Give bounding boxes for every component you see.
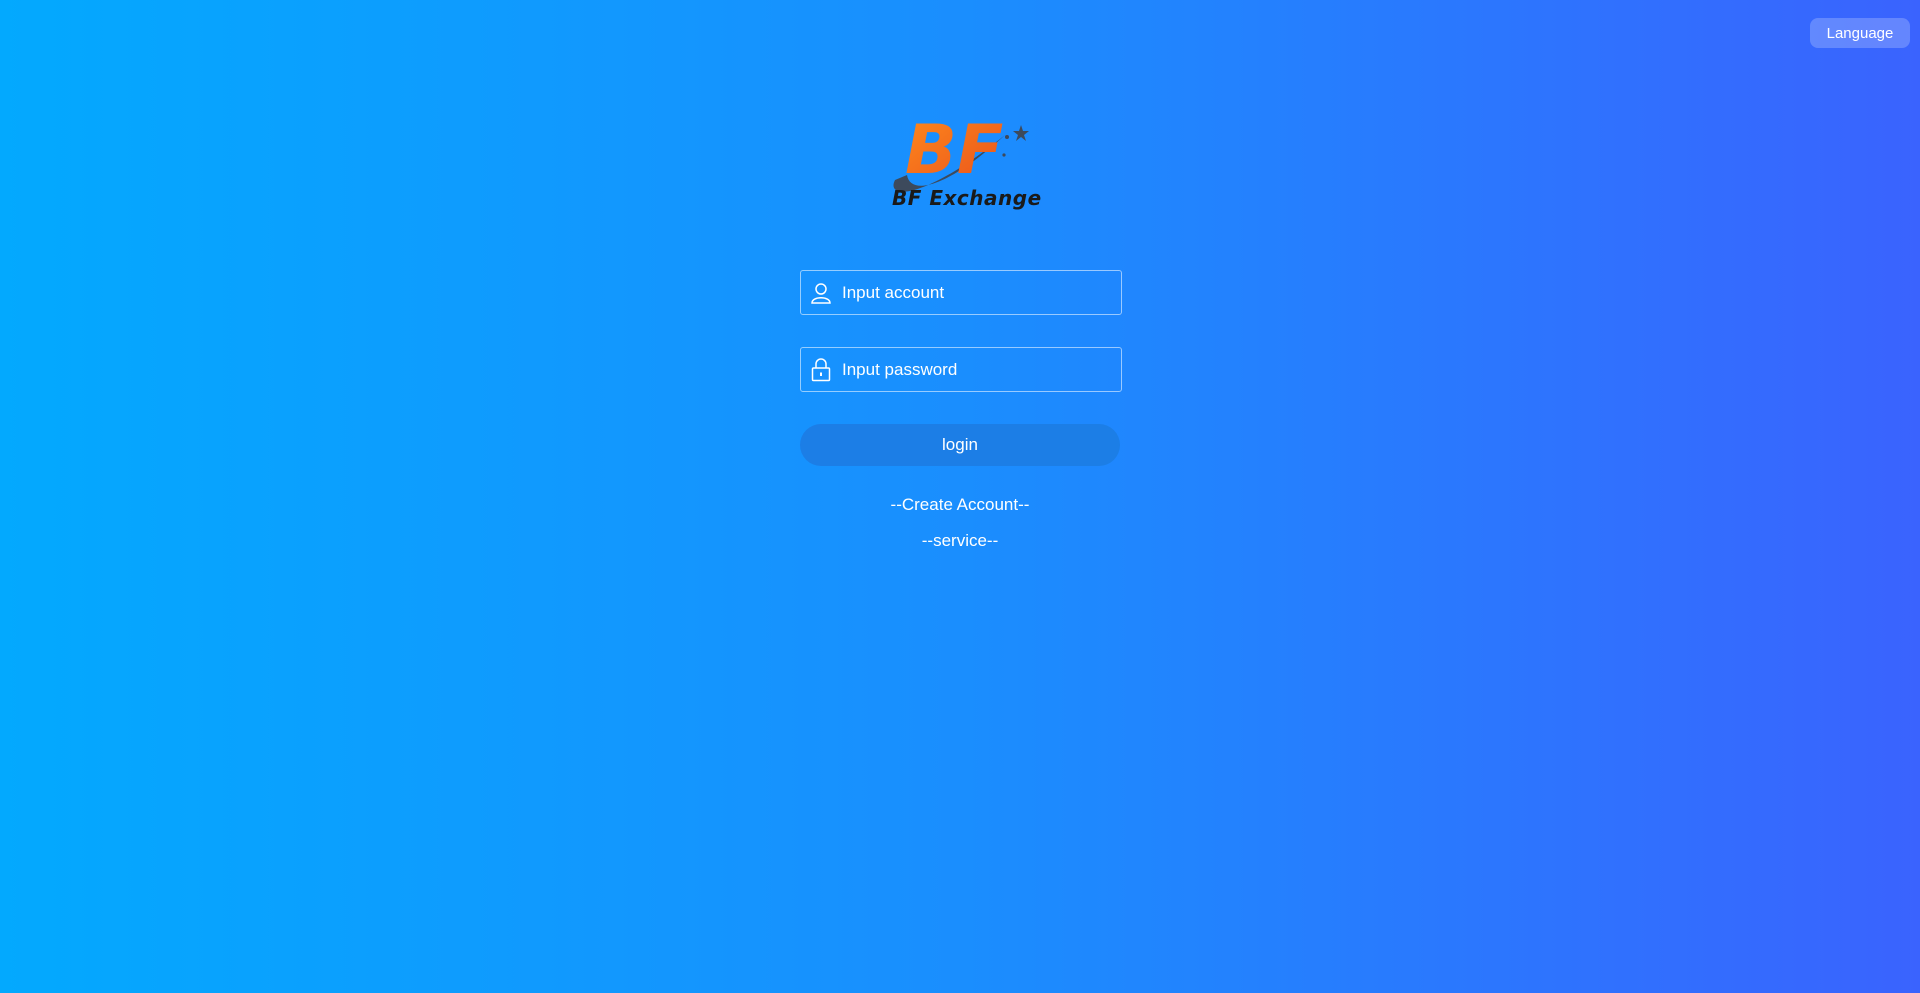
service-link[interactable]: --service-- [800,531,1120,551]
user-icon [810,281,832,305]
svg-text:BF: BF [905,111,1003,190]
language-button[interactable]: Language [1810,18,1910,48]
create-account-link[interactable]: --Create Account-- [800,495,1120,515]
password-input[interactable] [842,348,1121,391]
lock-icon [810,357,832,382]
brand-name: BF Exchange [892,186,1042,210]
account-field[interactable] [800,270,1122,315]
login-button[interactable]: login [800,424,1120,466]
account-input[interactable] [842,271,1121,314]
password-field[interactable] [800,347,1122,392]
